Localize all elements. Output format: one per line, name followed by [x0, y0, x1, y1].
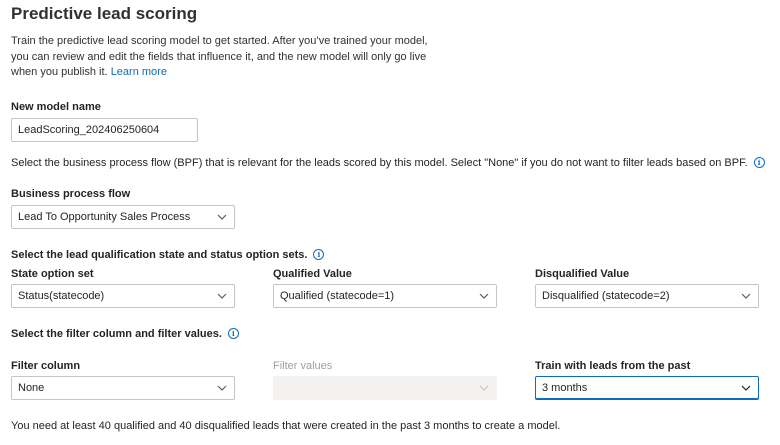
- state-option-label: State option set: [11, 268, 94, 280]
- qualified-value-label: Qualified Value: [273, 268, 352, 280]
- page-title: Predictive lead scoring: [11, 4, 198, 23]
- state-option-value: Status(statecode): [18, 290, 105, 302]
- bpf-instruction-text: Select the business process flow (BPF) t…: [11, 157, 748, 169]
- info-icon[interactable]: i: [313, 249, 325, 260]
- chevron-down-icon: [216, 290, 228, 302]
- train-past-value: 3 months: [542, 382, 588, 394]
- intro-description: Train the predictive lead scoring model …: [11, 35, 428, 78]
- info-icon[interactable]: i: [227, 328, 239, 339]
- train-past-dropdown[interactable]: 3 months: [535, 376, 759, 400]
- filter-instruction: Select the filter column and filter valu…: [11, 328, 239, 340]
- chevron-down-icon: [740, 290, 752, 302]
- filter-column-label: Filter column: [11, 360, 81, 372]
- info-icon[interactable]: i: [753, 157, 765, 168]
- chevron-down-icon: [740, 382, 752, 394]
- filter-instruction-text: Select the filter column and filter valu…: [11, 328, 222, 340]
- disqualified-value-text: Disqualified (statecode=2): [542, 290, 670, 302]
- filter-values-dropdown: [273, 376, 497, 400]
- filter-column-dropdown[interactable]: None: [11, 376, 235, 400]
- bpf-dropdown-value: Lead To Opportunity Sales Process: [18, 211, 191, 223]
- intro-text: Train the predictive lead scoring model …: [11, 34, 431, 81]
- learn-more-link[interactable]: Learn more: [111, 66, 167, 78]
- model-name-input[interactable]: LeadScoring_202406250604: [11, 118, 198, 142]
- qualified-value-text: Qualified (statecode=1): [280, 290, 395, 302]
- bpf-instruction: Select the business process flow (BPF) t…: [11, 157, 765, 169]
- footer-note: You need at least 40 qualified and 40 di…: [11, 420, 561, 432]
- qualification-instruction: Select the lead qualification state and …: [11, 249, 325, 261]
- bpf-label: Business process flow: [11, 188, 131, 200]
- filter-values-label: Filter values: [273, 360, 333, 372]
- train-past-label: Train with leads from the past: [535, 360, 691, 372]
- qualified-value-dropdown[interactable]: Qualified (statecode=1): [273, 284, 497, 308]
- chevron-down-icon: [478, 382, 490, 394]
- chevron-down-icon: [478, 290, 490, 302]
- filter-column-value: None: [18, 382, 45, 394]
- qualification-instruction-text: Select the lead qualification state and …: [11, 249, 308, 261]
- bpf-dropdown[interactable]: Lead To Opportunity Sales Process: [11, 205, 235, 229]
- disqualified-value-dropdown[interactable]: Disqualified (statecode=2): [535, 284, 759, 308]
- disqualified-value-label: Disqualified Value: [535, 268, 630, 280]
- chevron-down-icon: [216, 211, 228, 223]
- state-option-dropdown[interactable]: Status(statecode): [11, 284, 235, 308]
- model-name-label: New model name: [11, 101, 101, 113]
- chevron-down-icon: [216, 382, 228, 394]
